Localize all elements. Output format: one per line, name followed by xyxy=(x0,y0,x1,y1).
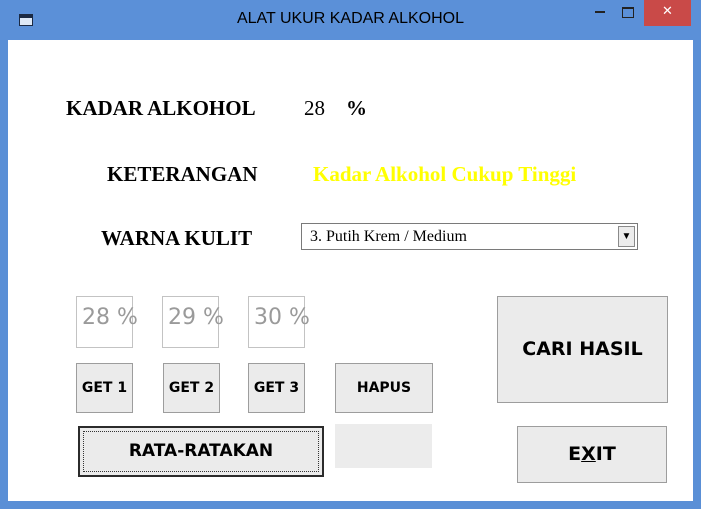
get-3-button[interactable]: GET 3 xyxy=(248,363,305,413)
get-2-button[interactable]: GET 2 xyxy=(163,363,220,413)
kadar-alkohol-label: KADAR ALKOHOL xyxy=(66,96,256,120)
warna-kulit-dropdown[interactable]: 3. Putih Krem / Medium ▼ xyxy=(301,223,638,250)
exit-label-prefix: E xyxy=(568,443,582,465)
app-window: ALAT UKUR KADAR ALKOHOL ✕ KADAR ALKOHOL … xyxy=(0,0,701,509)
reading-2-value: 29 % xyxy=(168,305,224,330)
keterangan-label: KETERANGAN xyxy=(107,162,258,186)
title-bar[interactable]: ALAT UKUR KADAR ALKOHOL ✕ xyxy=(0,0,701,40)
kadar-alkohol-value: 28 xyxy=(304,96,325,120)
form-client-area: KADAR ALKOHOL 28 % KETERANGAN Kadar Alko… xyxy=(8,40,693,501)
warna-kulit-selected: 3. Putih Krem / Medium xyxy=(310,228,467,245)
close-icon: ✕ xyxy=(662,4,673,19)
focus-rectangle xyxy=(83,431,319,472)
reading-1-field[interactable]: 28 % xyxy=(76,296,138,348)
hapus-button[interactable]: HAPUS xyxy=(335,363,433,413)
minimize-button[interactable] xyxy=(586,0,614,26)
rata-ratakan-button[interactable]: RATA-RATAKAN xyxy=(78,426,324,477)
get-1-button[interactable]: GET 1 xyxy=(76,363,133,413)
maximize-icon xyxy=(622,6,634,18)
exit-button[interactable]: EXIT xyxy=(517,426,667,483)
reading-2-field[interactable]: 29 % xyxy=(162,296,224,348)
keterangan-value: Kadar Alkohol Cukup Tinggi xyxy=(313,162,577,186)
minimize-icon xyxy=(595,11,605,13)
exit-label-suffix: IT xyxy=(595,443,616,465)
reading-1-value: 28 % xyxy=(82,305,138,330)
reading-3-field[interactable]: 30 % xyxy=(248,296,310,348)
cari-hasil-button[interactable]: CARI HASIL xyxy=(497,296,668,403)
maximize-button[interactable] xyxy=(614,0,642,26)
kadar-alkohol-unit: % xyxy=(346,96,367,120)
close-button[interactable]: ✕ xyxy=(644,0,691,26)
reading-3-value: 30 % xyxy=(254,305,310,330)
average-readout xyxy=(335,424,432,468)
warna-kulit-label: WARNA KULIT xyxy=(101,226,253,250)
exit-label-accelerator: X xyxy=(581,443,596,465)
dropdown-arrow-icon[interactable]: ▼ xyxy=(618,226,635,247)
